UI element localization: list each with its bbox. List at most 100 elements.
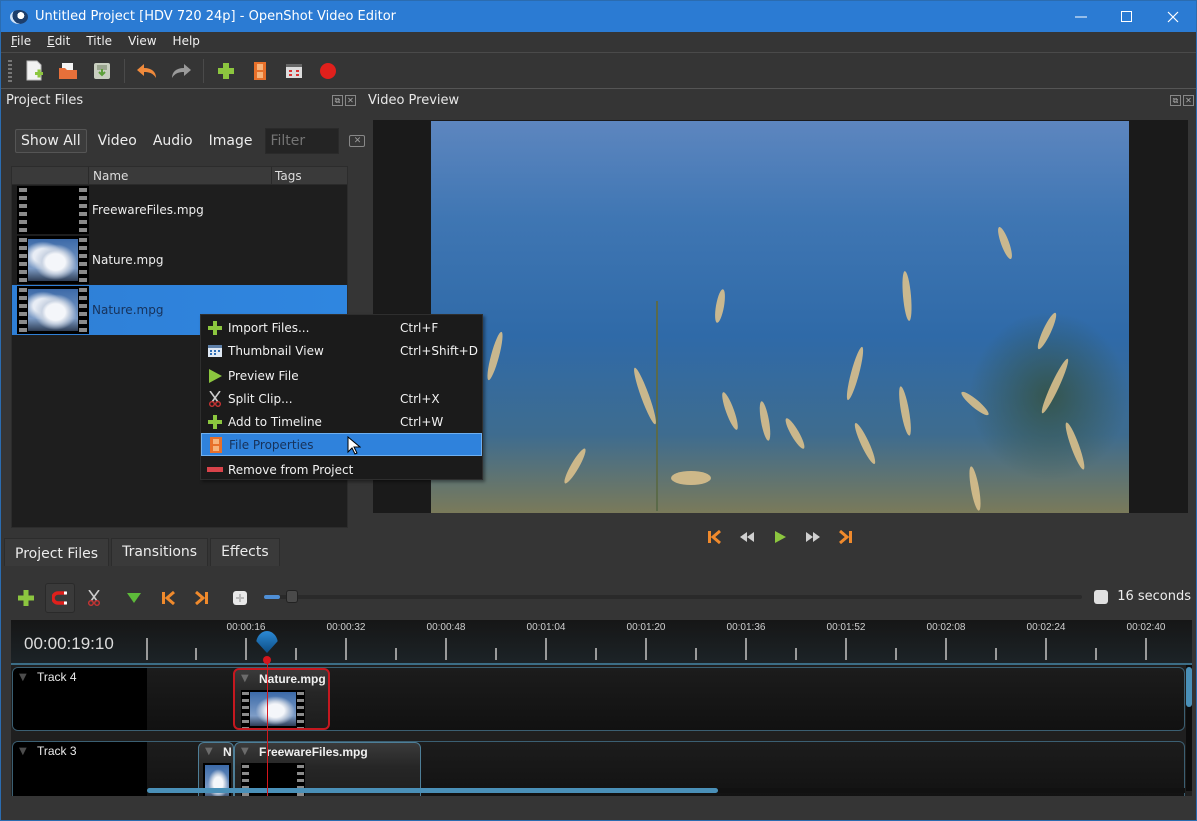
minimize-button[interactable] xyxy=(1058,1,1104,32)
video-preview-area[interactable] xyxy=(373,120,1188,513)
menu-item-thumbnail-view[interactable]: Thumbnail View Ctrl+Shift+D xyxy=(201,339,482,362)
tab-project-files[interactable]: Project Files xyxy=(4,538,110,566)
maximize-button[interactable] xyxy=(1104,1,1150,32)
filter-audio[interactable]: Audio xyxy=(148,130,198,152)
track-menu-icon[interactable]: ▼ xyxy=(19,746,27,757)
add-track-button[interactable] xyxy=(11,583,41,613)
zoom-out-button[interactable] xyxy=(1094,590,1108,604)
column-tags[interactable]: Tags xyxy=(272,167,347,184)
menu-bar: File Edit Title View Help xyxy=(1,32,1196,53)
play-button[interactable] xyxy=(771,528,789,546)
column-name[interactable]: Name xyxy=(89,167,272,184)
play-icon xyxy=(207,368,223,384)
track-header[interactable]: ▼ Track 3 xyxy=(13,742,147,796)
profile-button[interactable] xyxy=(248,59,272,83)
film-icon xyxy=(254,62,266,80)
timeline-ruler[interactable]: 00:00:19:10 00:00:16 00:00:32 00:00:48 00:0… xyxy=(11,620,1192,665)
menu-item-remove-from-project[interactable]: Remove from Project xyxy=(201,458,482,481)
zoom-in-icon xyxy=(233,591,247,605)
fullscreen-button[interactable] xyxy=(282,59,306,83)
menu-item-split-clip[interactable]: Split Clip... Ctrl+X xyxy=(201,387,482,410)
ruler-minor-tick xyxy=(695,648,697,660)
razor-tool-button[interactable] xyxy=(79,583,109,613)
open-project-button[interactable] xyxy=(56,59,80,83)
jump-to-start-button[interactable] xyxy=(705,528,723,546)
video-preview-title: Video Preview xyxy=(368,93,460,108)
add-marker-button[interactable] xyxy=(119,583,149,613)
export-video-button[interactable] xyxy=(316,59,340,83)
close-button[interactable] xyxy=(1150,1,1196,32)
new-file-icon xyxy=(26,60,43,81)
fast-forward-button[interactable] xyxy=(804,528,822,546)
previous-marker-button[interactable] xyxy=(153,583,183,613)
menu-help[interactable]: Help xyxy=(163,32,206,52)
undo-button[interactable] xyxy=(135,59,159,83)
tab-transitions[interactable]: Transitions xyxy=(111,538,209,566)
timeline-zoom-slider[interactable] xyxy=(264,590,1082,603)
close-dock-button[interactable]: ✕ xyxy=(345,95,356,106)
new-project-button[interactable] xyxy=(22,59,46,83)
ruler-minor-tick xyxy=(395,648,397,660)
ruler-major-tick xyxy=(645,638,647,660)
jump-to-start-icon xyxy=(708,530,721,544)
zoom-in-button[interactable] xyxy=(225,583,255,613)
ruler-tick-label: 00:01:52 xyxy=(826,622,866,633)
file-row[interactable]: FreewareFiles.mpg xyxy=(12,185,347,235)
menu-view[interactable]: View xyxy=(118,32,162,52)
close-dock-button[interactable]: ✕ xyxy=(1183,95,1194,106)
openshot-logo-icon xyxy=(10,9,28,24)
clear-filter-icon[interactable]: ✕ xyxy=(349,135,366,147)
plus-icon xyxy=(207,320,223,336)
playback-controls xyxy=(705,528,855,546)
float-dock-button[interactable]: ⧉ xyxy=(332,95,343,106)
timeline-vertical-scrollbar[interactable] xyxy=(1186,665,1192,791)
menu-file[interactable]: File xyxy=(1,32,37,52)
file-thumbnail xyxy=(17,186,89,234)
timeline-horizontal-scroll-thumb[interactable] xyxy=(147,788,718,793)
clip-menu-icon[interactable]: ▼ xyxy=(205,746,213,757)
track-menu-icon[interactable]: ▼ xyxy=(19,672,27,683)
filter-video[interactable]: Video xyxy=(93,130,142,152)
minus-icon xyxy=(207,462,223,478)
float-dock-button[interactable]: ⧉ xyxy=(1170,95,1181,106)
rewind-button[interactable] xyxy=(738,528,756,546)
film-icon xyxy=(208,436,224,453)
context-menu: Import Files... Ctrl+F Thumbnail View Ct… xyxy=(200,314,483,480)
zoom-level-label: 16 seconds xyxy=(1117,589,1191,604)
track-header[interactable]: ▼ Track 4 xyxy=(13,668,147,730)
ruler-tick-label: 00:01:20 xyxy=(626,622,666,633)
ruler-major-tick xyxy=(1145,638,1147,660)
track-4[interactable]: ▼ Track 4 ▼ Nature.mpg xyxy=(12,667,1185,731)
filter-input[interactable] xyxy=(265,128,340,154)
menu-item-preview-file[interactable]: Preview File xyxy=(201,364,482,387)
thumbnail-view-icon xyxy=(207,343,223,359)
menu-item-file-properties[interactable]: File Properties xyxy=(201,433,482,456)
save-project-button[interactable] xyxy=(90,59,114,83)
toolbar-separator xyxy=(124,59,125,83)
toolbar-grip[interactable] xyxy=(8,60,12,82)
snapping-toggle[interactable] xyxy=(45,583,75,613)
clip-menu-icon[interactable]: ▼ xyxy=(241,673,249,684)
menu-item-label: Split Clip... xyxy=(228,391,293,406)
redo-button[interactable] xyxy=(169,59,193,83)
menu-item-add-to-timeline[interactable]: Add to Timeline Ctrl+W xyxy=(201,410,482,433)
file-row[interactable]: Nature.mpg xyxy=(12,235,347,285)
zoom-slider-handle[interactable] xyxy=(286,590,299,603)
jump-to-end-button[interactable] xyxy=(837,528,855,546)
project-files-dock-buttons: ⧉ ✕ xyxy=(332,95,356,106)
column-thumbnail[interactable] xyxy=(12,167,89,184)
timeline[interactable]: 00:00:19:10 00:00:16 00:00:32 00:00:48 00:0… xyxy=(11,620,1192,796)
clip-menu-icon[interactable]: ▼ xyxy=(241,746,249,757)
ruler-major-tick xyxy=(345,638,347,660)
import-files-button[interactable] xyxy=(214,59,238,83)
menu-edit[interactable]: Edit xyxy=(37,32,76,52)
ruler-major-tick xyxy=(146,638,148,660)
menu-title[interactable]: Title xyxy=(76,32,118,52)
next-marker-button[interactable] xyxy=(187,583,217,613)
tab-effects[interactable]: Effects xyxy=(210,538,280,566)
filter-image[interactable]: Image xyxy=(204,130,258,152)
filter-show-all[interactable]: Show All xyxy=(15,129,87,153)
menu-item-import-files[interactable]: Import Files... Ctrl+F xyxy=(201,316,482,339)
timeline-clip-selected[interactable]: ▼ Nature.mpg xyxy=(233,668,330,730)
timeline-vertical-scroll-thumb[interactable] xyxy=(1186,667,1192,707)
